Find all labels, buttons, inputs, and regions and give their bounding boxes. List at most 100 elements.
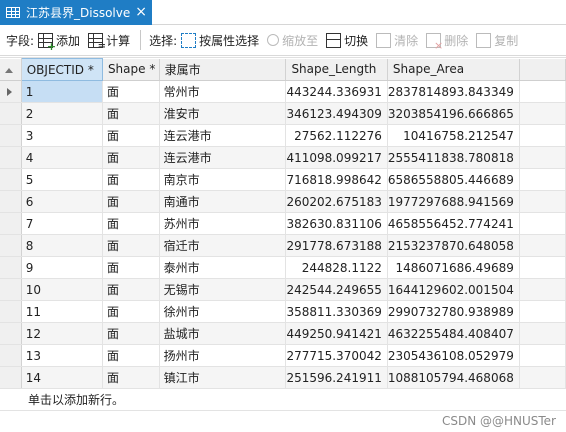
cell-city[interactable]: 南通市 [159,190,287,213]
cell-shape-area[interactable]: 2837814893.843349 [387,80,520,103]
cell-shape-area[interactable]: 6586558805.446689 [387,168,520,191]
cell-shape[interactable]: 面 [102,168,160,191]
cell-objectid[interactable]: 10 [21,278,103,301]
row-selector[interactable] [0,234,22,257]
table-row[interactable]: 14 面镇江市 251596.241911 1088105794.468068 [0,366,566,389]
cell-shape-area[interactable]: 2555411838.780818 [387,146,520,169]
cell-city[interactable]: 宿迁市 [159,234,287,257]
cell-objectid[interactable]: 1 [21,80,103,103]
table-row[interactable]: 2 面淮安市 346123.494309 3203854196.666865 [0,102,566,125]
cell-city[interactable]: 连云港市 [159,146,287,169]
cell-city[interactable]: 无锡市 [159,278,287,301]
row-selector[interactable] [0,146,22,169]
column-header-objectid[interactable]: OBJECTID * [20,58,103,81]
cell-shape-length[interactable]: 291778.673188 [285,234,388,257]
table-row[interactable]: 11 面徐州市 358811.330369 2990732780.938989 [0,300,566,323]
cell-objectid[interactable]: 4 [21,146,103,169]
cell-shape-area[interactable]: 3203854196.666865 [387,102,520,125]
cell-city[interactable]: 泰州市 [159,256,287,279]
cell-shape-area[interactable]: 2305436108.052979 [387,344,520,367]
zoom-to-button[interactable]: 缩放至 [267,32,318,49]
row-selector[interactable] [0,102,22,125]
cell-objectid[interactable]: 2 [21,102,103,125]
add-new-row[interactable]: 单击以添加新行。 [0,389,566,411]
cell-city[interactable]: 连云港市 [159,124,287,147]
row-selector[interactable] [0,278,22,301]
row-selector[interactable] [0,256,22,279]
cell-shape-area[interactable]: 1644129602.001504 [387,278,520,301]
cell-city[interactable]: 常州市 [159,80,287,103]
cell-shape[interactable]: 面 [102,212,160,235]
row-selector[interactable] [0,344,22,367]
column-header-city[interactable]: 隶属市 [159,58,287,81]
cell-objectid[interactable]: 7 [21,212,103,235]
cell-city[interactable]: 苏州市 [159,212,287,235]
copy-button[interactable]: 复制 [476,32,518,49]
table-row[interactable]: 4 面连云港市 411098.099217 2555411838.780818 [0,146,566,169]
cell-shape-area[interactable]: 1486071686.49689 [387,256,520,279]
cell-objectid[interactable]: 9 [21,256,103,279]
cell-objectid[interactable]: 8 [21,234,103,257]
column-header-shape-area[interactable]: Shape_Area [387,58,520,81]
cell-shape-length[interactable]: 242544.249655 [285,278,388,301]
cell-shape[interactable]: 面 [102,256,160,279]
table-row[interactable]: 7 面苏州市 382630.831106 4658556452.774241 [0,212,566,235]
cell-shape[interactable]: 面 [102,344,160,367]
close-icon[interactable]: × [135,4,147,20]
cell-objectid[interactable]: 5 [21,168,103,191]
cell-shape-length[interactable]: 27562.112276 [285,124,388,147]
cell-shape-area[interactable]: 4632255484.408407 [387,322,520,345]
cell-shape-area[interactable]: 4658556452.774241 [387,212,520,235]
row-selector[interactable] [0,300,22,323]
cell-city[interactable]: 徐州市 [159,300,287,323]
cell-shape-length[interactable]: 260202.675183 [285,190,388,213]
cell-city[interactable]: 扬州市 [159,344,287,367]
table-row[interactable]: 12 面盐城市 449250.941421 4632255484.408407 [0,322,566,345]
cell-shape-length[interactable]: 411098.099217 [285,146,388,169]
select-by-attributes-button[interactable]: 按属性选择 [181,32,259,49]
table-row[interactable]: 3 面连云港市 27562.112276 10416758.212547 [0,124,566,147]
cell-city[interactable]: 镇江市 [159,366,287,389]
row-selector[interactable] [0,366,22,389]
cell-shape-length[interactable]: 382630.831106 [285,212,388,235]
cell-city[interactable]: 南京市 [159,168,287,191]
cell-shape[interactable]: 面 [102,366,160,389]
cell-shape-length[interactable]: 346123.494309 [285,102,388,125]
cell-shape-area[interactable]: 1977297688.941569 [387,190,520,213]
table-row[interactable]: 10 面无锡市 242544.249655 1644129602.001504 [0,278,566,301]
table-row[interactable]: 9 面泰州市 244828.1122 1486071686.49689 [0,256,566,279]
cell-objectid[interactable]: 3 [21,124,103,147]
cell-shape[interactable]: 面 [102,190,160,213]
cell-shape-length[interactable]: 277715.370042 [285,344,388,367]
row-selector[interactable] [0,322,22,345]
row-selector[interactable] [0,80,22,103]
cell-objectid[interactable]: 11 [21,300,103,323]
cell-shape-length[interactable]: 244828.1122 [285,256,388,279]
cell-shape-area[interactable]: 1088105794.468068 [387,366,520,389]
delete-button[interactable]: 删除 [426,32,468,52]
row-selector[interactable] [0,124,22,147]
cell-shape[interactable]: 面 [102,80,160,103]
cell-shape-length[interactable]: 449250.941421 [285,322,388,345]
cell-shape[interactable]: 面 [102,278,160,301]
table-row[interactable]: 1 面常州市 443244.336931 2837814893.843349 [0,80,566,103]
cell-objectid[interactable]: 12 [21,322,103,345]
calculate-field-button[interactable]: 计算 [88,32,130,52]
cell-shape-area[interactable]: 10416758.212547 [387,124,520,147]
table-row[interactable]: 6 面南通市 260202.675183 1977297688.941569 [0,190,566,213]
cell-shape[interactable]: 面 [102,234,160,257]
table-row[interactable]: 13 面扬州市 277715.370042 2305436108.052979 [0,344,566,367]
cell-shape-length[interactable]: 358811.330369 [285,300,388,323]
add-field-button[interactable]: 添加 [38,32,80,53]
table-row[interactable]: 5 面南京市 716818.998642 6586558805.446689 [0,168,566,191]
table-row[interactable]: 8 面宿迁市 291778.673188 2153237870.648058 [0,234,566,257]
cell-shape-area[interactable]: 2990732780.938989 [387,300,520,323]
cell-shape[interactable]: 面 [102,102,160,125]
cell-shape-length[interactable]: 443244.336931 [285,80,388,103]
cell-shape[interactable]: 面 [102,322,160,345]
column-header-shape-length[interactable]: Shape_Length [285,58,388,81]
cell-objectid[interactable]: 13 [21,344,103,367]
cell-shape[interactable]: 面 [102,124,160,147]
switch-selection-button[interactable]: 切换 [326,32,368,49]
cell-shape-length[interactable]: 251596.241911 [285,366,388,389]
